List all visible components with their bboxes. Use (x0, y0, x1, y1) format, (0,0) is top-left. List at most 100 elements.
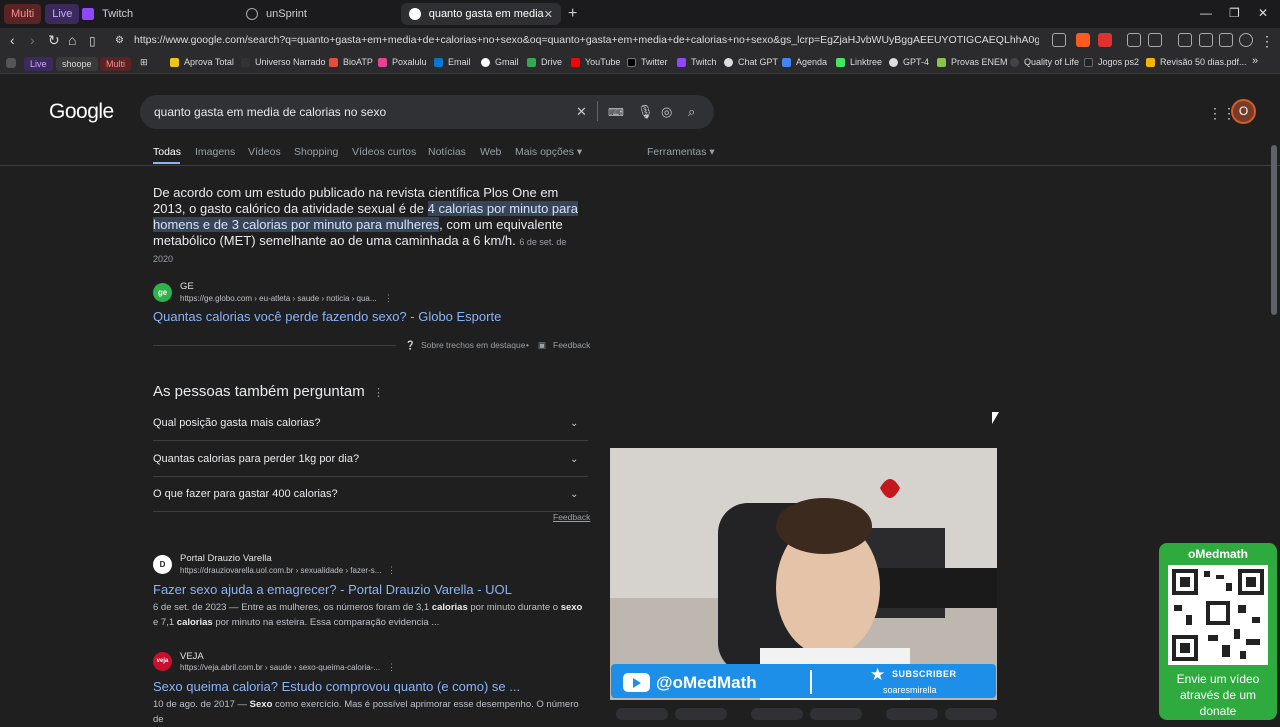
overlay-button[interactable] (810, 708, 862, 720)
brave-shield-icon[interactable] (1076, 33, 1090, 47)
tab-todas[interactable]: Todas (153, 146, 181, 158)
tools-button[interactable]: Ferramentas ▾ (647, 146, 715, 158)
bookmark-live[interactable]: Live (24, 57, 53, 71)
paa-question[interactable]: Quantas calorias para perder 1kg por dia… (153, 453, 359, 465)
bookmark-square-icon[interactable] (6, 58, 16, 68)
result-source-name[interactable]: Portal Drauzio Varella (180, 553, 272, 564)
tab-mais-opcoes[interactable]: Mais opções ▾ (515, 146, 582, 158)
scrollbar[interactable] (1271, 145, 1277, 315)
rewards-icon[interactable] (1098, 33, 1112, 47)
bookmark-universo-narrado[interactable]: Universo Narrado (241, 57, 326, 67)
overlay-button[interactable] (616, 708, 668, 720)
result-source-name[interactable]: VEJA (180, 651, 204, 662)
reader-icon[interactable] (1148, 33, 1162, 47)
tab-google-search[interactable]: quanto gasta em media de calor ✕ (401, 3, 561, 25)
paa-question[interactable]: Qual posição gasta mais calorias? (153, 417, 321, 429)
more-bookmarks-icon[interactable]: » (1252, 55, 1258, 67)
overlay-button[interactable] (945, 708, 997, 720)
bookmark-jogos-ps2[interactable]: Jogos ps2 (1084, 57, 1139, 67)
about-snippets-link[interactable]: Sobre trechos em destaque (421, 340, 525, 350)
restore-button[interactable]: ❐ (1229, 6, 1240, 20)
drauzio-favicon[interactable]: D (153, 555, 172, 574)
back-icon[interactable]: ‹ (10, 32, 15, 48)
bookmark-twitch[interactable]: Twitch (677, 57, 717, 67)
search-input[interactable]: quanto gasta em media de calorias no sex… (154, 105, 386, 119)
source-url[interactable]: https://ge.globo.com › eu-atleta › saude… (180, 294, 377, 303)
forward-icon[interactable]: › (30, 32, 35, 48)
tab-noticias[interactable]: Notícias (428, 146, 466, 158)
ge-favicon[interactable]: ge (153, 283, 172, 302)
overlay-button[interactable] (675, 708, 727, 720)
multi-pill[interactable]: Multi (4, 4, 42, 24)
bookmark-gpt4[interactable]: GPT-4 (889, 57, 929, 67)
chevron-down-icon[interactable]: ⌄ (570, 418, 578, 429)
paa-question[interactable]: O que fazer para gastar 400 calorias? (153, 488, 338, 500)
bookmark-drive[interactable]: Drive (527, 57, 562, 67)
home-icon[interactable]: ⌂ (68, 32, 76, 48)
bookmark-quality-of-life[interactable]: Quality of Life (1010, 57, 1079, 67)
qr-code-icon (1168, 565, 1268, 665)
bookmark-multi[interactable]: Multi (100, 57, 132, 71)
bookmark-twitter[interactable]: Twitter (627, 57, 668, 67)
lens-icon[interactable]: ◎ (661, 104, 672, 120)
tab-imagens[interactable]: Imagens (195, 146, 235, 158)
bookmark-poxalulu[interactable]: Poxalulu (378, 57, 427, 67)
result-url[interactable]: https://drauziovarella.uol.com.br › sexu… (180, 566, 381, 575)
avatar[interactable]: O (1231, 99, 1256, 124)
featured-result-link[interactable]: Quantas calorias você perde fazendo sexo… (153, 309, 501, 324)
tab-unsprint[interactable]: unSprint (238, 3, 398, 25)
keyboard-icon[interactable]: ⌨ (608, 106, 624, 119)
extensions-icon[interactable] (1127, 33, 1141, 47)
overlay-button[interactable] (886, 708, 938, 720)
bookmark-revisao[interactable]: Revisão 50 dias.pdf... (1146, 57, 1247, 67)
source-name[interactable]: GE (180, 281, 194, 292)
chevron-down-icon[interactable]: ⌄ (570, 489, 578, 500)
minimize-button[interactable]: — (1200, 6, 1212, 20)
bookmark-email[interactable]: Email (434, 57, 471, 67)
more-options-icon[interactable]: ⋮ (387, 565, 396, 576)
veja-favicon[interactable]: veja (153, 652, 172, 671)
microphone-icon[interactable]: 🎙 (637, 104, 654, 120)
paa-options-icon[interactable]: ⋮ (373, 386, 384, 399)
bookmark-chatgpt[interactable]: Chat GPT (724, 57, 778, 67)
leo-icon[interactable] (1219, 33, 1233, 47)
clear-search-icon[interactable]: ✕ (576, 104, 587, 120)
result-title-link[interactable]: Sexo queima caloria? Estudo comprovou qu… (153, 679, 520, 694)
snippet-feedback-link[interactable]: Feedback (553, 340, 590, 350)
bookmark-gmail[interactable]: Gmail (481, 57, 519, 67)
bookmark-agenda[interactable]: Agenda (782, 57, 827, 67)
tab-shopping[interactable]: Shopping (294, 146, 338, 158)
bookmark-linktree[interactable]: Linktree (836, 57, 882, 67)
bookmark-icon[interactable]: ▯ (89, 34, 96, 48)
bookmark-apps-icon[interactable]: ⊞ (140, 57, 148, 68)
more-options-icon[interactable]: ⋮ (384, 293, 393, 304)
more-options-icon[interactable]: ⋮ (387, 662, 396, 673)
sidebar-icon[interactable] (1178, 33, 1192, 47)
close-window-button[interactable]: ✕ (1258, 6, 1268, 20)
wallet-icon[interactable] (1199, 33, 1213, 47)
result-url[interactable]: https://veja.abril.com.br › saude › sexo… (180, 663, 380, 672)
menu-icon[interactable]: ⋮ (1260, 33, 1274, 50)
tab-twitch[interactable]: Twitch (74, 3, 234, 25)
close-tab-icon[interactable]: ✕ (544, 8, 553, 21)
address-bar[interactable]: https://www.google.com/search?q=quanto+g… (134, 34, 1039, 46)
site-settings-icon[interactable]: ⚙ (115, 35, 124, 46)
bookmark-youtube[interactable]: YouTube (571, 57, 620, 67)
tab-videos[interactable]: Vídeos (248, 146, 281, 158)
new-tab-button[interactable]: + (568, 5, 577, 23)
result-title-link[interactable]: Fazer sexo ajuda a emagrecer? - Portal D… (153, 582, 512, 597)
bookmark-aprova-total[interactable]: Aprova Total (170, 57, 234, 67)
tab-videos-curtos[interactable]: Vídeos curtos (352, 146, 416, 158)
bookmark-provas-enem[interactable]: Provas ENEM (937, 57, 1008, 67)
paa-feedback-link[interactable]: Feedback (553, 512, 590, 522)
chevron-down-icon[interactable]: ⌄ (570, 454, 578, 465)
search-icon[interactable]: ⌕ (688, 104, 695, 120)
bookmark-bioatp[interactable]: BioATP (329, 57, 373, 67)
google-logo[interactable]: Google (49, 100, 114, 124)
reload-icon[interactable]: ↻ (48, 32, 60, 49)
vpn-icon[interactable] (1239, 33, 1253, 47)
tab-web[interactable]: Web (480, 146, 501, 158)
share-icon[interactable] (1052, 33, 1066, 47)
bookmark-shoope[interactable]: shoope (56, 57, 98, 71)
overlay-button[interactable] (751, 708, 803, 720)
